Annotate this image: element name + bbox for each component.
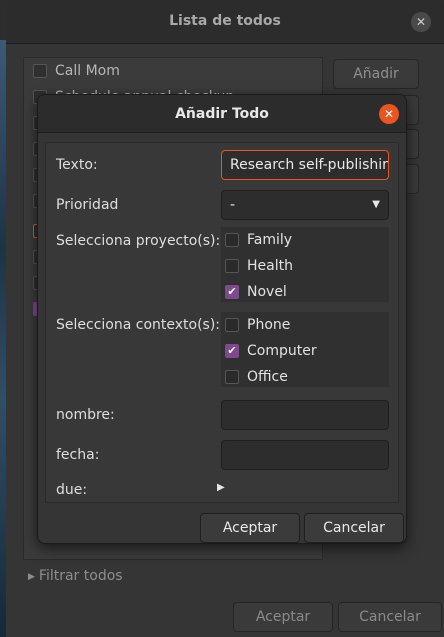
dropdown-arrow-icon: ▼ <box>372 199 380 210</box>
dialog-form: Texto: Research self-publishir Prioridad… <box>45 142 399 503</box>
project-checkbox[interactable] <box>225 233 239 247</box>
text-input[interactable]: Research self-publishir <box>221 150 389 180</box>
todo-label: Call Mom <box>55 63 120 79</box>
text-label: Texto: <box>56 157 98 173</box>
context-checkbox-checked[interactable]: ✔ <box>225 344 239 358</box>
project-option-label: Family <box>247 232 293 248</box>
dialog-cancel-button[interactable]: Cancelar <box>304 513 404 543</box>
cancel-button[interactable]: Cancelar <box>338 602 442 632</box>
due-label: due: <box>56 482 88 498</box>
window-title: Lista de todos <box>169 13 281 29</box>
context-option[interactable]: Phone <box>221 312 389 338</box>
project-option[interactable]: Family <box>221 227 389 253</box>
dialog-title: Añadir Todo <box>175 106 269 122</box>
accept-button[interactable]: Aceptar <box>233 602 333 632</box>
filter-todos-expander[interactable]: ▶ Filtrar todos <box>28 568 123 584</box>
list-item[interactable]: Call Mom <box>24 58 324 84</box>
context-label: Selecciona contexto(s): <box>56 317 221 333</box>
name-input[interactable] <box>221 400 389 430</box>
context-list: Phone ✔ Computer Office <box>221 312 389 387</box>
add-todo-dialog: Añadir Todo ✕ Texto: Research self-publi… <box>37 94 407 544</box>
dialog-titlebar: Añadir Todo ✕ <box>38 95 406 133</box>
project-checkbox[interactable] <box>225 259 239 273</box>
checkmark-icon: ✔ <box>227 344 237 357</box>
expander-triangle-icon: ▶ <box>28 572 35 582</box>
name-label: nombre: <box>56 407 115 423</box>
window-close-icon[interactable]: ✕ <box>411 12 431 32</box>
dialog-close-icon[interactable]: ✕ <box>379 104 399 124</box>
due-expander-icon[interactable]: ▶ <box>217 482 225 493</box>
context-checkbox[interactable] <box>225 370 239 384</box>
project-option-label: Health <box>247 258 293 274</box>
project-option[interactable]: Health <box>221 253 389 279</box>
priority-label: Prioridad <box>56 197 119 213</box>
project-label: Selecciona proyecto(s): <box>56 233 221 249</box>
checkmark-icon: ✔ <box>227 285 237 298</box>
date-label: fecha: <box>56 447 100 463</box>
add-todo-button[interactable]: Añadir <box>333 59 419 89</box>
project-option[interactable]: ✔ Novel <box>221 279 389 305</box>
context-checkbox[interactable] <box>225 318 239 332</box>
priority-value: - <box>230 197 236 213</box>
project-option-label: Novel <box>247 284 287 300</box>
project-list: Family Health ✔ Novel <box>221 227 389 302</box>
window-titlebar: Lista de todos ✕ <box>6 0 444 44</box>
priority-dropdown[interactable]: - ▼ <box>221 190 389 220</box>
context-option-label: Computer <box>247 343 317 359</box>
project-checkbox-checked[interactable]: ✔ <box>225 285 239 299</box>
context-option-label: Office <box>247 369 288 385</box>
dialog-accept-button[interactable]: Aceptar <box>200 513 300 543</box>
filter-todos-label: Filtrar todos <box>38 568 123 584</box>
date-input[interactable] <box>221 440 389 470</box>
context-option-label: Phone <box>247 317 291 333</box>
context-option[interactable]: Office <box>221 364 389 390</box>
context-option[interactable]: ✔ Computer <box>221 338 389 364</box>
todo-checkbox[interactable] <box>33 64 47 78</box>
